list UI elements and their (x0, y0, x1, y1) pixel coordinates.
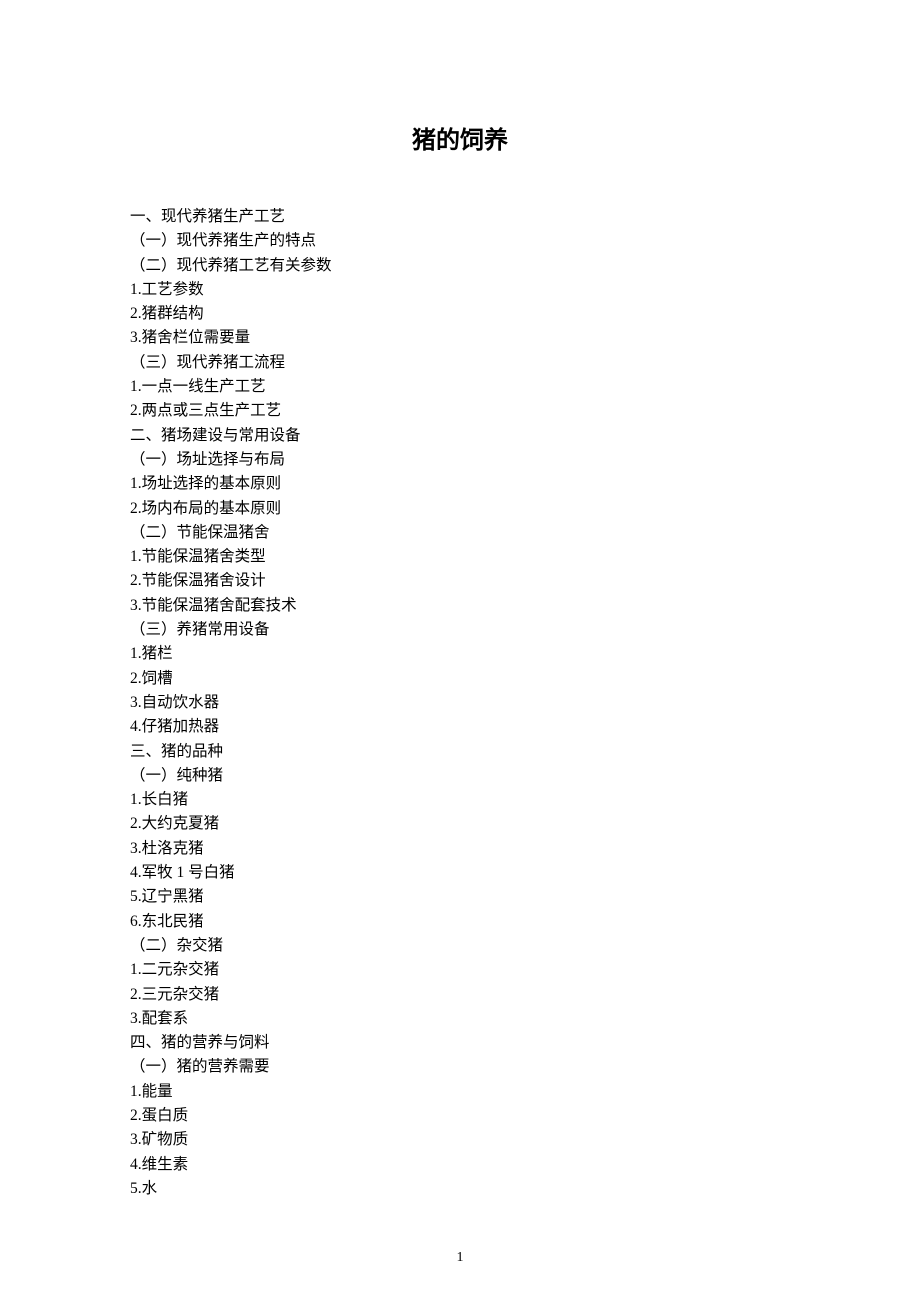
toc-line: 2.两点或三点生产工艺 (130, 399, 790, 423)
toc-line: 二、猪场建设与常用设备 (130, 424, 790, 448)
toc-line: 1.场址选择的基本原则 (130, 472, 790, 496)
toc-line: 2.猪群结构 (130, 302, 790, 326)
toc-line: 4.维生素 (130, 1153, 790, 1177)
toc-line: 2.饲槽 (130, 667, 790, 691)
toc-line: 1.能量 (130, 1080, 790, 1104)
toc-line: 1.工艺参数 (130, 278, 790, 302)
toc-line: 4.仔猪加热器 (130, 715, 790, 739)
toc-line: 2.三元杂交猪 (130, 983, 790, 1007)
toc-line: 3.杜洛克猪 (130, 837, 790, 861)
toc-line: （一）纯种猪 (130, 764, 790, 788)
toc-line: 3.配套系 (130, 1007, 790, 1031)
toc-line: 3.矿物质 (130, 1128, 790, 1152)
toc-line: 1.一点一线生产工艺 (130, 375, 790, 399)
toc-line: 1.二元杂交猪 (130, 958, 790, 982)
toc-line: 3.自动饮水器 (130, 691, 790, 715)
toc-line: 1.节能保温猪舍类型 (130, 545, 790, 569)
toc-line: 一、现代养猪生产工艺 (130, 205, 790, 229)
toc-line: 2.场内布局的基本原则 (130, 497, 790, 521)
toc-line: 四、猪的营养与饲料 (130, 1031, 790, 1055)
toc-line: （二）现代养猪工艺有关参数 (130, 254, 790, 278)
document-page: 猪的饲养 一、现代养猪生产工艺（一）现代养猪生产的特点（二）现代养猪工艺有关参数… (0, 0, 920, 1201)
toc-line: 三、猪的品种 (130, 740, 790, 764)
toc-line: （三）养猪常用设备 (130, 618, 790, 642)
toc-line: 1.猪栏 (130, 642, 790, 666)
toc-line: 5.水 (130, 1177, 790, 1201)
toc-line: （三）现代养猪工流程 (130, 351, 790, 375)
toc-line: （二）节能保温猪舍 (130, 521, 790, 545)
page-number: 1 (0, 1250, 920, 1266)
toc-line: 4.军牧 1 号白猪 (130, 861, 790, 885)
toc-line: 6.东北民猪 (130, 910, 790, 934)
toc-line: 1.长白猪 (130, 788, 790, 812)
toc-line: （一）猪的营养需要 (130, 1055, 790, 1079)
table-of-contents: 一、现代养猪生产工艺（一）现代养猪生产的特点（二）现代养猪工艺有关参数1.工艺参… (130, 205, 790, 1201)
toc-line: 2.大约克夏猪 (130, 812, 790, 836)
toc-line: 5.辽宁黑猪 (130, 885, 790, 909)
toc-line: （一）场址选择与布局 (130, 448, 790, 472)
page-title: 猪的饲养 (130, 120, 790, 155)
toc-line: 3.节能保温猪舍配套技术 (130, 594, 790, 618)
toc-line: 2.节能保温猪舍设计 (130, 569, 790, 593)
toc-line: （二）杂交猪 (130, 934, 790, 958)
toc-line: 3.猪舍栏位需要量 (130, 326, 790, 350)
toc-line: 2.蛋白质 (130, 1104, 790, 1128)
toc-line: （一）现代养猪生产的特点 (130, 229, 790, 253)
